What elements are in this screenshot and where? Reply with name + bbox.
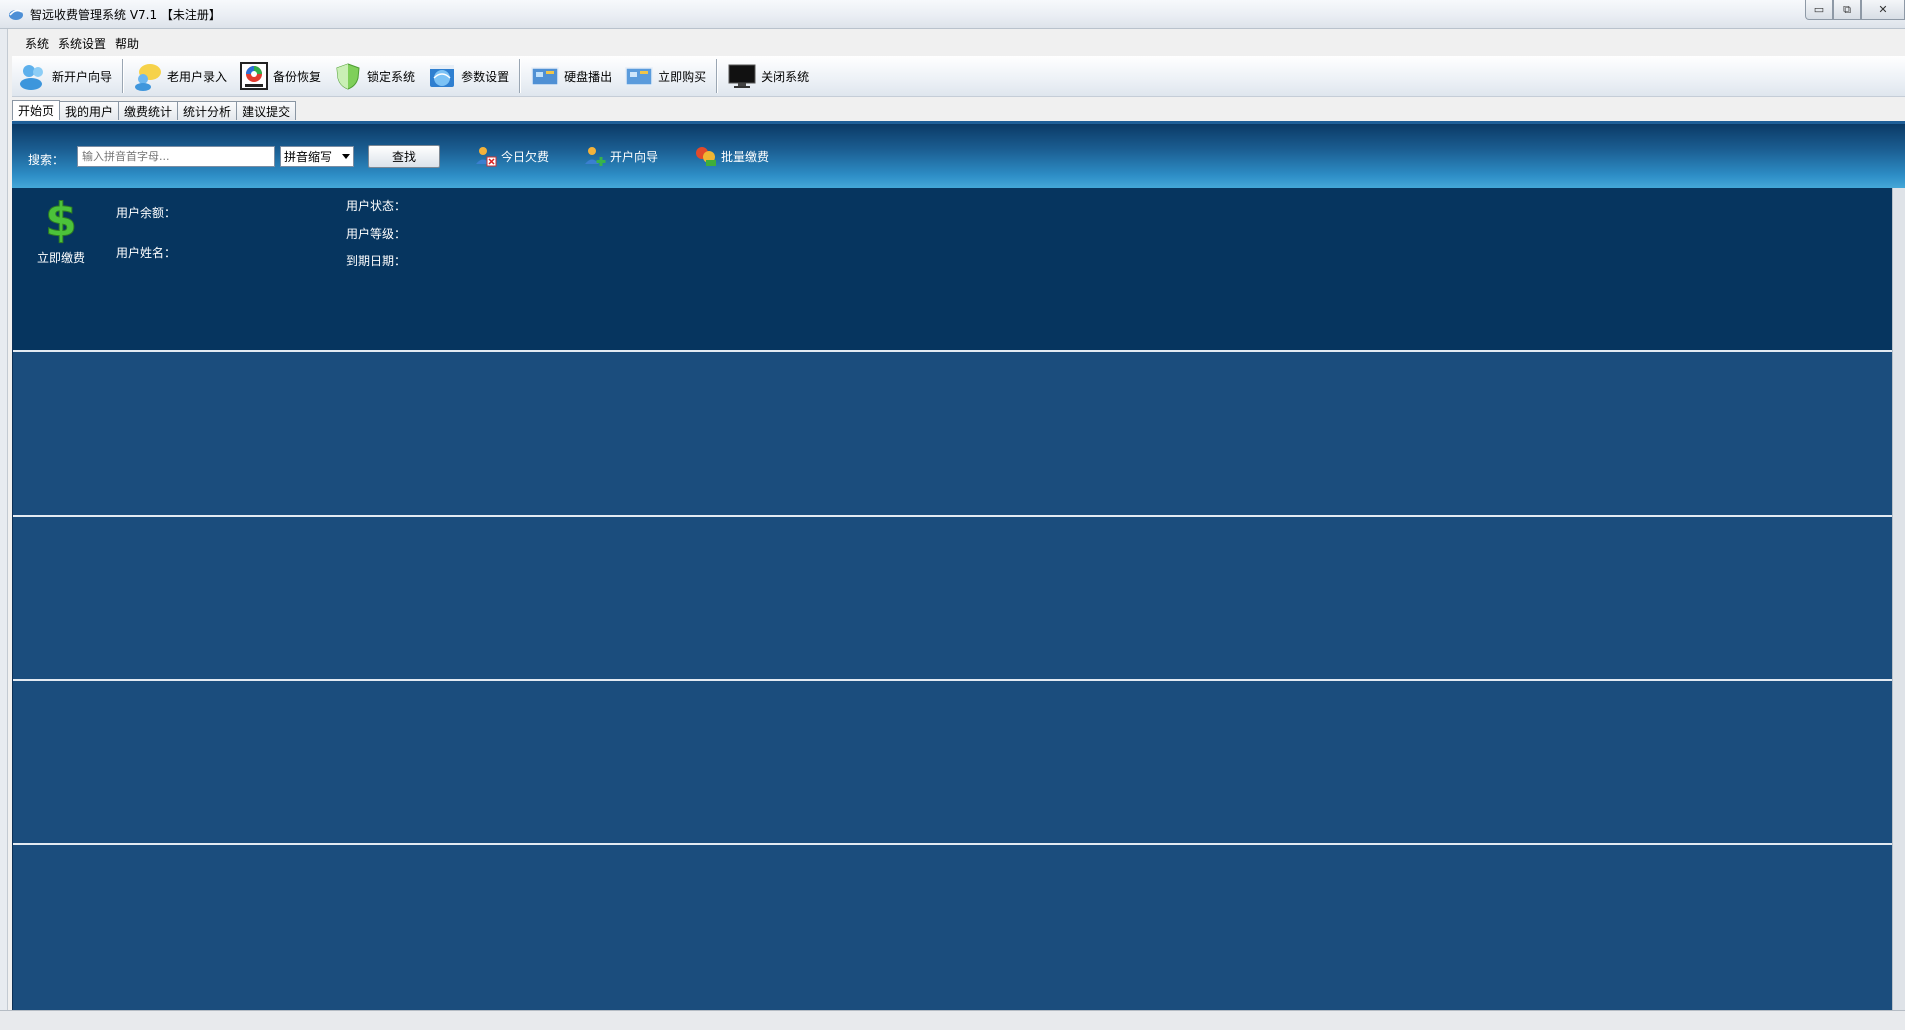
lock-system-label: 锁定系统 <box>367 69 416 84</box>
backup-restore-label: 备份恢复 <box>273 69 322 84</box>
window-controls: ▭ ⧉ ✕ <box>1805 0 1905 22</box>
toolbar-separator <box>519 59 521 93</box>
user-debt-icon <box>476 147 497 167</box>
restore-button[interactable]: ⧉ <box>1833 0 1861 20</box>
search-label: 搜索： <box>28 153 65 167</box>
expire-date-label: 到期日期： <box>346 254 407 268</box>
backup-icon <box>240 62 269 90</box>
open-account-wizard-label: 开户向导 <box>610 149 659 164</box>
minimize-button[interactable]: ▭ <box>1805 0 1833 20</box>
find-button[interactable]: 查找 <box>368 145 440 168</box>
search-input[interactable] <box>77 146 275 167</box>
new-account-wizard-label: 新开户向导 <box>52 69 113 84</box>
new-account-wizard-button[interactable]: 新开户向导 <box>12 58 118 94</box>
parameter-settings-label: 参数设置 <box>461 69 510 84</box>
title-bar: 智远收费管理系统 V7.1 【未注册】 ▭ ⧉ ✕ <box>0 0 1905 29</box>
buy-now-label: 立即购买 <box>658 69 707 84</box>
chat-user-icon <box>135 64 162 91</box>
panel-divider <box>13 843 1893 845</box>
pay-now-button[interactable]: $ 立即缴费 <box>31 193 91 266</box>
right-scrollbar[interactable] <box>1892 188 1905 1010</box>
svg-text:$: $ <box>45 196 77 244</box>
old-user-entry-button[interactable]: 老用户录入 <box>127 58 233 94</box>
user-info-panel: $ 立即缴费 用户余额： 用户姓名： 用户状态： 用户等级： 到期日期： <box>13 188 1893 350</box>
tab-payment-stats[interactable]: 缴费统计 <box>118 101 179 120</box>
window-left-edge <box>0 29 8 1030</box>
batch-payment-label: 批量缴费 <box>721 149 770 164</box>
user-level-label: 用户等级： <box>346 227 407 241</box>
today-arrears-button[interactable]: 今日欠费 <box>474 144 549 168</box>
today-arrears-label: 今日欠费 <box>501 149 550 164</box>
toolbar: 新开户向导 老用户录入 备份恢复 锁定系统 参数设置 硬盘播出 立即购买 关闭系… <box>12 56 1905 97</box>
parameter-settings-button[interactable]: 参数设置 <box>421 58 515 94</box>
search-mode-value: 拼音缩写 <box>284 150 333 164</box>
panel-divider <box>13 515 1893 517</box>
backup-restore-button[interactable]: 备份恢复 <box>233 58 327 94</box>
settings-globe-icon <box>430 65 455 87</box>
open-account-wizard-button[interactable]: 开户向导 <box>583 144 658 168</box>
toolbar-separator <box>122 59 124 93</box>
menu-system[interactable]: 系统 <box>12 35 56 52</box>
close-system-label: 关闭系统 <box>761 69 810 84</box>
search-mode-select[interactable]: 拼音缩写 <box>280 146 354 167</box>
user-add-icon <box>585 147 606 166</box>
restore-icon: ⧉ <box>1843 2 1851 16</box>
minimize-icon: ▭ <box>1813 3 1825 16</box>
toolbar-separator <box>716 59 718 93</box>
panel-divider <box>13 350 1893 352</box>
panel-divider <box>13 679 1893 681</box>
monitor-off-icon <box>728 64 756 88</box>
status-bar <box>0 1010 1905 1030</box>
disk-broadcast-button[interactable]: 硬盘播出 <box>524 58 618 94</box>
chevron-down-icon <box>342 154 350 159</box>
tab-stats-analysis[interactable]: 统计分析 <box>177 101 238 120</box>
menu-bar: 系统 系统设置 帮助 <box>12 33 146 53</box>
disk-broadcast-label: 硬盘播出 <box>564 69 613 84</box>
lock-system-button[interactable]: 锁定系统 <box>327 58 421 94</box>
close-button[interactable]: ✕ <box>1861 0 1905 20</box>
close-system-button[interactable]: 关闭系统 <box>721 58 815 94</box>
disk-monitor-icon <box>531 67 559 86</box>
close-icon: ✕ <box>1878 3 1888 16</box>
dollar-icon: $ <box>44 193 77 248</box>
shield-icon <box>336 63 360 90</box>
user-status-label: 用户状态： <box>346 199 407 213</box>
tab-suggestions[interactable]: 建议提交 <box>236 101 297 120</box>
tab-start-page[interactable]: 开始页 <box>12 100 61 120</box>
user-name-label: 用户姓名： <box>116 246 177 260</box>
batch-payment-button[interactable]: 批量缴费 <box>694 144 769 168</box>
buy-now-button[interactable]: 立即购买 <box>618 58 712 94</box>
main-tabs: 开始页 我的用户 缴费统计 统计分析 建议提交 <box>12 100 297 120</box>
old-user-entry-label: 老用户录入 <box>167 69 228 84</box>
user-balance-label: 用户余额： <box>116 206 177 220</box>
search-band: 搜索： 拼音缩写 查找 今日欠费 开户向导 批量缴费 <box>12 121 1905 188</box>
start-page-content: $ 立即缴费 用户余额： 用户姓名： 用户状态： 用户等级： 到期日期： <box>12 188 1893 1010</box>
batch-pay-icon <box>696 147 716 166</box>
menu-system-settings[interactable]: 系统设置 <box>56 35 113 52</box>
pay-now-label: 立即缴费 <box>36 251 85 265</box>
menu-help[interactable]: 帮助 <box>113 35 146 52</box>
tab-my-users[interactable]: 我的用户 <box>59 101 120 120</box>
app-logo-icon <box>9 9 23 20</box>
buy-monitor-icon <box>625 67 653 86</box>
users-icon <box>20 65 43 90</box>
window-title: 智远收费管理系统 V7.1 【未注册】 <box>30 7 221 22</box>
